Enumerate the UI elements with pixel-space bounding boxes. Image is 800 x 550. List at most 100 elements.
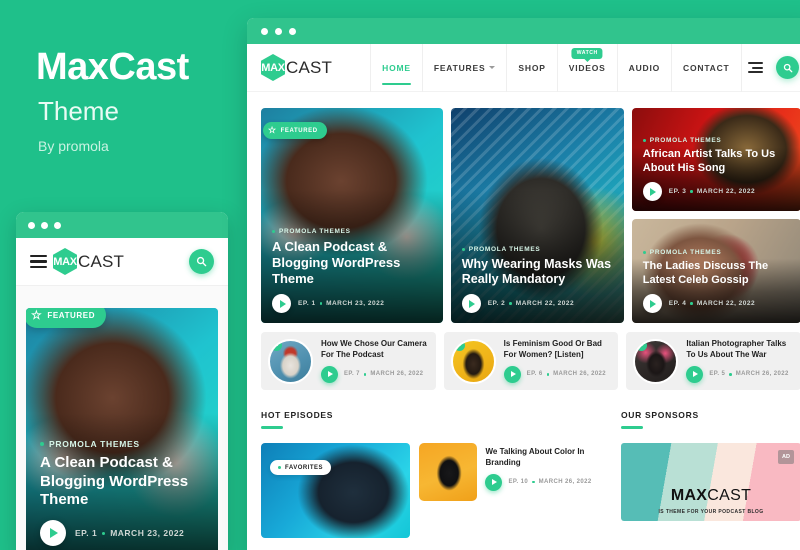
hot-episode-number: EP. 10 — [508, 479, 529, 486]
site-logo[interactable]: MAX CAST — [53, 248, 124, 275]
list-item-body: Italian Photographer Talks To Us About T… — [686, 339, 792, 383]
play-icon[interactable] — [272, 294, 291, 313]
list-item[interactable]: 1 How We Chose Our Camera For The Podcas… — [261, 332, 436, 390]
card-play-row: EP. 2 MARCH 22, 2022 — [461, 294, 614, 313]
site-logo[interactable]: MAX CAST — [261, 54, 332, 81]
featured-badge-label: FEATURED — [280, 127, 318, 134]
bullet-icon — [102, 531, 106, 535]
browser-window-chrome — [247, 18, 800, 44]
bullet-icon — [690, 190, 693, 193]
featured-badge: ☆ FEATURED — [263, 122, 327, 139]
card-title: African Artist Talks To Us About His Son… — [642, 148, 776, 174]
play-icon[interactable] — [686, 365, 704, 383]
sponsor-ad-banner[interactable]: AD MAXCAST IS THEME FOR YOUR PODCAST BLO… — [621, 443, 800, 521]
mobile-featured-card[interactable]: ☆ FEATURED PROMOLA THEMES A Clean Podcas… — [26, 308, 218, 550]
mobile-window-chrome — [16, 212, 228, 238]
nav-item-home[interactable]: HOME — [370, 43, 422, 92]
logo-mark-text: MAX — [53, 255, 77, 268]
play-icon[interactable] — [642, 294, 662, 313]
list-item-body: Is Feminism Good Or Bad For Women? [List… — [503, 339, 610, 383]
window-dot-minimize[interactable] — [275, 27, 282, 35]
search-icon[interactable] — [776, 56, 799, 79]
bullet-icon — [729, 373, 732, 376]
avatar: 1 — [268, 338, 313, 384]
featured-badge: ☆ FEATURED — [26, 308, 107, 328]
card-title: The Ladies Discuss The Latest Celeb Goss… — [642, 260, 769, 286]
hot-episode-feature-card[interactable]: FAVORITES — [261, 443, 411, 538]
section-title: HOT EPISODES — [261, 410, 334, 420]
hero-card-3[interactable]: PROMOLA THEMES African Artist Talks To U… — [631, 108, 800, 211]
primary-menu: HOME FEATURES SHOP WATCH VIDEOS AUDIO CO… — [370, 43, 742, 92]
play-icon[interactable] — [642, 182, 662, 201]
card-category: PROMOLA THEMES — [642, 249, 791, 256]
hero-card-2[interactable]: PROMOLA THEMES Why Wearing Masks Was Rea… — [450, 108, 624, 323]
search-icon[interactable] — [189, 249, 214, 274]
thumbnail — [419, 443, 478, 501]
favorites-badge-label: FAVORITES — [285, 464, 324, 471]
bullet-icon — [509, 302, 512, 305]
bottom-sections: HOT EPISODES FAVORITES We Talking About … — [261, 410, 800, 538]
section-title: OUR SPONSORS — [621, 410, 699, 420]
window-dot-close[interactable] — [261, 27, 268, 35]
list-item-meta: EP. 5 MARCH 26, 2022 — [686, 365, 792, 383]
sponsors-section: OUR SPONSORS AD MAXCAST IS THEME FOR YOU… — [621, 410, 800, 538]
section-underline — [621, 426, 643, 429]
hero-grid: ☆ FEATURED PROMOLA THEMES A Clean Podcas… — [261, 108, 800, 323]
hamburger-icon[interactable] — [30, 254, 47, 269]
hot-episode-item[interactable]: We Talking About Color In Branding EP. 1… — [419, 443, 605, 538]
hot-episode-body: We Talking About Color In Branding EP. 1… — [485, 443, 605, 538]
nav-item-contact[interactable]: CONTACT — [671, 43, 742, 92]
promo-subtitle: Theme — [38, 96, 119, 126]
site-content: ☆ FEATURED PROMOLA THEMES A Clean Podcas… — [247, 92, 800, 538]
card-episode-meta: EP. 1 MARCH 23, 2022 — [298, 300, 384, 307]
card-meta: PROMOLA THEMES Why Wearing Masks Was Rea… — [461, 246, 614, 313]
bullet-icon — [40, 442, 44, 447]
hot-episode-meta: EP. 10 MARCH 26, 2022 — [485, 473, 605, 491]
list-item-date-meta: EP. 5 MARCH 26, 2022 — [709, 371, 788, 377]
list-item-title: Is Feminism Good Or Bad For Women? [List… — [503, 339, 602, 359]
play-icon[interactable] — [40, 520, 66, 546]
hexagon-logo-icon: MAX — [53, 248, 77, 275]
list-item[interactable]: 2 Is Feminism Good Or Bad For Women? [Li… — [443, 332, 619, 390]
list-item-body: How We Chose Our Camera For The Podcast … — [321, 339, 427, 383]
avatar: 2 — [450, 338, 496, 384]
play-icon[interactable] — [461, 294, 481, 313]
rank-badge: 3 — [636, 340, 648, 351]
hero-card-1[interactable]: ☆ FEATURED PROMOLA THEMES A Clean Podcas… — [261, 108, 443, 323]
hero-card-4[interactable]: PROMOLA THEMES The Ladies Discuss The La… — [631, 219, 800, 323]
ad-tagline: IS THEME FOR YOUR PODCAST BLOG — [658, 509, 764, 515]
card-category: PROMOLA THEMES — [272, 228, 433, 235]
list-item-episode-number: EP. 6 — [526, 371, 543, 378]
mobile-preview: MAX CAST ☆ FEATURED PROMOLA THEMES A Cle… — [16, 212, 228, 550]
window-dot-maximize[interactable] — [289, 27, 296, 35]
play-icon[interactable] — [321, 365, 338, 383]
stacked-lines-icon[interactable] — [748, 62, 763, 73]
site-navbar: MAX CAST HOME FEATURES SHOP WATCH VIDEOS — [247, 43, 800, 92]
nav-item-label: FEATURES — [433, 62, 486, 73]
list-item[interactable]: 3 Italian Photographer Talks To Us About… — [626, 332, 800, 390]
ad-logo-bold: MAX — [670, 487, 708, 504]
card-episode-number: EP. 3 — [668, 188, 687, 195]
nav-item-features[interactable]: FEATURES — [421, 43, 507, 92]
window-dot-close[interactable] — [28, 221, 35, 229]
card-play-row: EP. 1 MARCH 23, 2022 — [40, 520, 206, 546]
hero-column-tertiary: PROMOLA THEMES African Artist Talks To U… — [631, 108, 800, 323]
card-episode-meta: EP. 4 MARCH 22, 2022 — [669, 300, 755, 307]
nav-item-audio[interactable]: AUDIO — [616, 43, 671, 92]
card-category-label: PROMOLA THEMES — [49, 439, 140, 450]
card-meta: PROMOLA THEMES African Artist Talks To U… — [642, 137, 791, 201]
card-meta: PROMOLA THEMES A Clean Podcast & Bloggin… — [272, 228, 433, 313]
window-dot-minimize[interactable] — [41, 221, 48, 229]
card-play-row: EP. 4 MARCH 22, 2022 — [642, 294, 791, 313]
bullet-icon — [278, 466, 281, 469]
card-episode-meta: EP. 1 MARCH 23, 2022 — [75, 528, 184, 538]
play-icon[interactable] — [485, 473, 503, 491]
card-title: Why Wearing Masks Was Really Mandatory — [461, 256, 612, 286]
window-dot-maximize[interactable] — [54, 221, 61, 229]
card-episode-number: EP. 1 — [298, 300, 316, 307]
nav-item-shop[interactable]: SHOP — [506, 43, 556, 92]
logo-mark-text: MAX — [261, 61, 285, 74]
nav-item-videos[interactable]: WATCH VIDEOS — [556, 43, 617, 92]
nav-item-label: SHOP — [518, 62, 546, 73]
play-icon[interactable] — [503, 365, 521, 383]
